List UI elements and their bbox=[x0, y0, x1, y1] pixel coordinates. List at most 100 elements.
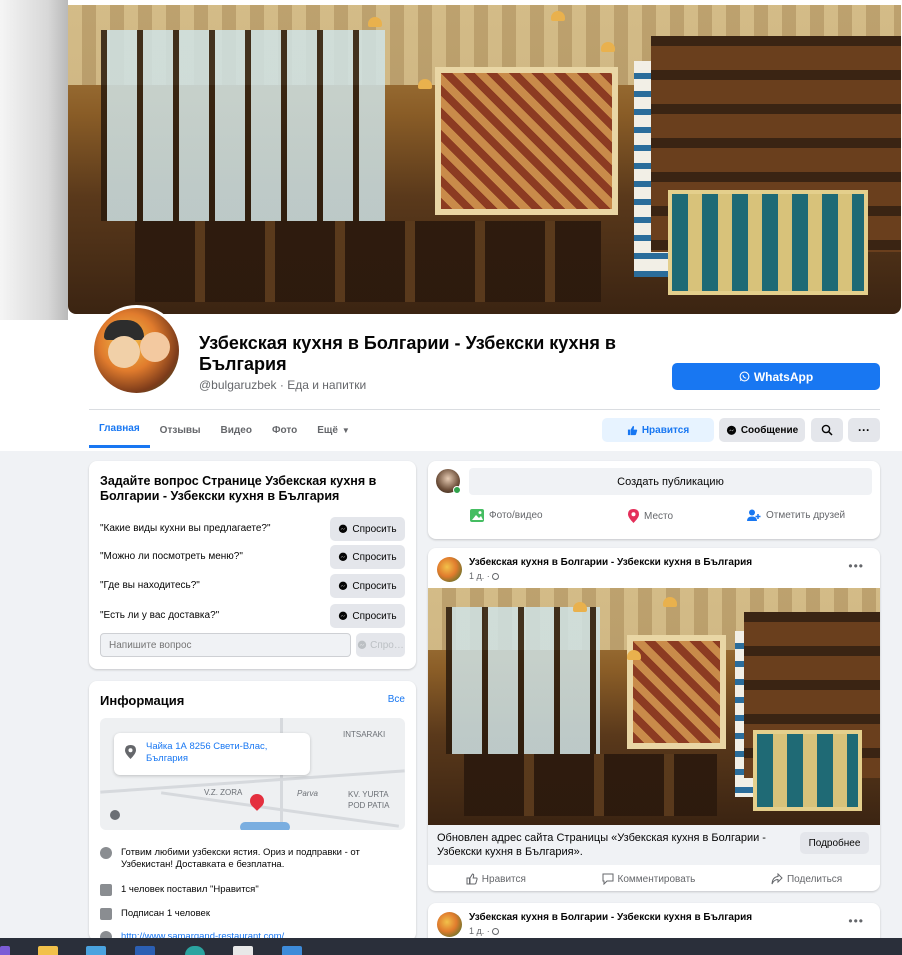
post-options-icon[interactable]: ••• bbox=[848, 559, 864, 573]
place-button[interactable]: Место bbox=[628, 509, 673, 523]
post-timestamp[interactable]: 1 д. · bbox=[469, 571, 500, 581]
map-label: INTSARAKI bbox=[343, 730, 386, 739]
cover-photo[interactable] bbox=[68, 5, 901, 314]
tag-friends-label: Отметить друзей bbox=[766, 510, 846, 521]
app-icon[interactable] bbox=[282, 946, 302, 955]
question-text: "Какие виды кухни вы предлагаете?" bbox=[100, 523, 271, 534]
post-author-name[interactable]: Узбекская кухня в Болгарии - Узбекски ку… bbox=[469, 912, 752, 923]
post-author-avatar[interactable] bbox=[437, 557, 462, 582]
description-text: Готвим любими узбекски ястия. Ориз и под… bbox=[121, 847, 360, 870]
question-text: "Есть ли у вас доставка?" bbox=[100, 610, 220, 621]
page-avatar[interactable] bbox=[91, 305, 182, 396]
post-share-button[interactable]: Поделиться bbox=[771, 873, 842, 885]
globe-icon bbox=[492, 928, 500, 935]
page-header: Узбекская кухня в Болгарии - Узбекски ку… bbox=[0, 0, 902, 451]
ask-button[interactable]: Спросить bbox=[330, 604, 405, 628]
photo-video-button[interactable]: Фото/видео bbox=[470, 509, 543, 522]
tab-reviews[interactable]: Отзывы bbox=[150, 412, 211, 448]
learn-more-button[interactable]: Подробнее bbox=[800, 832, 869, 854]
follow-check-icon bbox=[100, 908, 112, 920]
ask-button-label: Спросить bbox=[352, 551, 397, 563]
messenger-icon bbox=[338, 552, 348, 562]
post-author-avatar[interactable] bbox=[437, 912, 462, 937]
edge-icon[interactable] bbox=[185, 946, 205, 955]
tab-video[interactable]: Видео bbox=[211, 412, 262, 448]
post-options-icon[interactable]: ••• bbox=[848, 914, 864, 928]
tab-photo[interactable]: Фото bbox=[262, 412, 307, 448]
create-post-input[interactable]: Создать публикацию bbox=[469, 468, 872, 495]
ask-button[interactable]: Спросить bbox=[330, 545, 405, 569]
more-dots-icon: ··· bbox=[858, 423, 870, 437]
map-label: KV. YURTA bbox=[348, 790, 389, 799]
app-icon[interactable] bbox=[233, 946, 253, 955]
page-handle-category: @bulgaruzbek · Еда и напитки bbox=[199, 378, 367, 392]
post-time-text: 1 д. · bbox=[469, 571, 490, 581]
map-label: V.Z. ZORA bbox=[204, 788, 243, 797]
link-preview[interactable]: Обновлен адрес сайта Страницы «Узбекская… bbox=[428, 825, 880, 865]
page-more-button[interactable]: ··· bbox=[848, 418, 880, 442]
post-actions: Нравится Комментировать Поделиться bbox=[428, 868, 880, 890]
ask-page-card: Задайте вопрос Странице Узбекская кухня … bbox=[89, 461, 416, 669]
post-timestamp[interactable]: 1 д. · bbox=[469, 926, 500, 936]
map-label: POD PATIA bbox=[348, 801, 390, 810]
address-box[interactable]: Чайка 1А 8256 Свети-Влас, България bbox=[114, 733, 310, 775]
likes-row: 1 человек поставил "Нравится" bbox=[100, 884, 405, 896]
messenger-icon bbox=[357, 640, 367, 650]
tab-home[interactable]: Главная bbox=[89, 412, 150, 448]
post-author-name[interactable]: Узбекская кухня в Болгарии - Узбекски ку… bbox=[469, 557, 752, 568]
tag-friends-button[interactable]: Отметить друзей bbox=[747, 509, 845, 522]
whatsapp-button[interactable]: WhatsApp bbox=[672, 363, 880, 390]
ask-button[interactable]: Спросить bbox=[330, 517, 405, 541]
create-post-card: Создать публикацию Фото/видео Место Отме… bbox=[428, 461, 880, 539]
send-question-label: Спро… bbox=[370, 639, 404, 651]
messenger-icon bbox=[338, 581, 348, 591]
page-search-button[interactable] bbox=[811, 418, 843, 442]
globe-icon bbox=[492, 573, 500, 580]
like-page-button[interactable]: Нравится bbox=[602, 418, 714, 442]
file-explorer-icon[interactable] bbox=[38, 946, 58, 955]
location-pin-icon bbox=[628, 509, 639, 523]
start-icon[interactable] bbox=[0, 946, 10, 955]
thumbs-up-icon bbox=[100, 884, 112, 896]
store-icon[interactable] bbox=[86, 946, 106, 955]
page-title: Узбекская кухня в Болгарии - Узбекски ку… bbox=[199, 333, 616, 374]
word-icon[interactable] bbox=[135, 946, 155, 955]
follows-text: Подписан 1 человек bbox=[121, 908, 210, 919]
map-label: Parva bbox=[297, 789, 318, 798]
tab-more-label: Ещё bbox=[317, 424, 338, 436]
whatsapp-icon bbox=[739, 371, 750, 382]
post-comment-button[interactable]: Комментировать bbox=[602, 873, 696, 885]
post-comment-label: Комментировать bbox=[617, 873, 696, 885]
photo-icon bbox=[470, 509, 484, 522]
info-see-all-link[interactable]: Все bbox=[388, 694, 405, 705]
info-card: Информация Все INTSARAKI V.Z. ZORA Parva… bbox=[89, 681, 416, 941]
post-like-button[interactable]: Нравится bbox=[466, 873, 526, 885]
question-input[interactable] bbox=[100, 633, 351, 657]
question-row: "Какие виды кухни вы предлагаете?" Спрос… bbox=[100, 517, 405, 541]
send-question-button[interactable]: Спро… bbox=[356, 633, 405, 657]
info-title: Информация bbox=[100, 693, 185, 708]
page-tabs: Главная Отзывы Видео Фото Ещё ▼ bbox=[89, 412, 360, 450]
message-label: Сообщение bbox=[740, 424, 799, 436]
question-text: "Где вы находитесь?" bbox=[100, 580, 200, 591]
map-water bbox=[240, 822, 290, 830]
ask-button[interactable]: Спросить bbox=[330, 574, 405, 598]
user-avatar[interactable] bbox=[436, 469, 461, 494]
feed-post: Узбекская кухня в Болгарии - Узбекски ку… bbox=[428, 548, 880, 891]
tab-more[interactable]: Ещё ▼ bbox=[307, 412, 360, 448]
question-row: "Где вы находитесь?" Спросить bbox=[100, 574, 405, 598]
follows-row: Подписан 1 человек bbox=[100, 908, 405, 920]
address-text: Чайка 1А 8256 Свети-Влас, България bbox=[146, 741, 267, 765]
messenger-icon bbox=[726, 425, 737, 436]
share-icon bbox=[771, 873, 783, 885]
restaurant-interior-image bbox=[428, 588, 880, 825]
question-row: "Есть ли у вас доставка?" Спросить bbox=[100, 604, 405, 628]
comment-icon bbox=[602, 873, 614, 885]
location-map[interactable]: INTSARAKI V.Z. ZORA Parva KV. YURTA POD … bbox=[100, 718, 405, 830]
search-icon bbox=[821, 424, 833, 436]
messenger-icon bbox=[338, 524, 348, 534]
address-line: Чайка 1А 8256 Свети-Влас, bbox=[146, 741, 268, 752]
tag-people-icon bbox=[747, 509, 761, 522]
message-button[interactable]: Сообщение bbox=[719, 418, 805, 442]
post-image[interactable] bbox=[428, 588, 880, 825]
